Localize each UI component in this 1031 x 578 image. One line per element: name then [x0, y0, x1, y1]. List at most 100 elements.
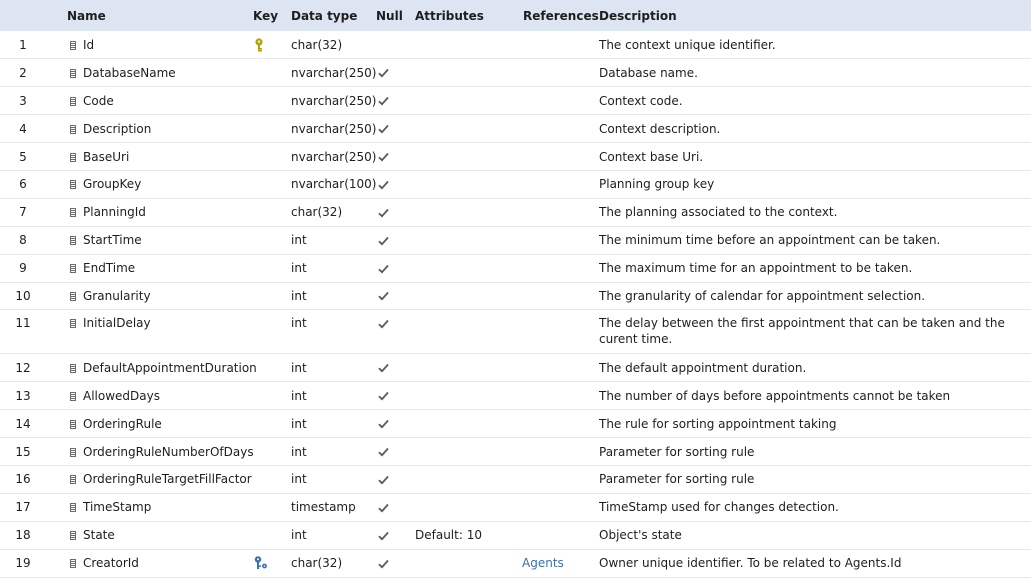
description-cell: The planning associated to the context.: [599, 205, 838, 220]
table-row[interactable]: 13 AllowedDays int The number of days befor…: [0, 382, 1031, 410]
nullable-check-icon: [378, 361, 389, 375]
key-cell: [250, 59, 286, 87]
header-number: [0, 0, 56, 31]
column-name: OrderingRuleTargetFillFactor: [83, 472, 252, 487]
table-row[interactable]: 9 EndTime int The maximum time for an appoi…: [0, 254, 1031, 283]
key-cell: [250, 310, 286, 354]
nullable-check-icon: [378, 389, 389, 403]
null-cell: [373, 465, 415, 493]
column-name: OrderingRule: [83, 416, 162, 431]
null-cell: [373, 226, 415, 254]
table-row[interactable]: 16 OrderingRuleTargetFillFactor int Paramet…: [0, 465, 1031, 494]
column-name-cell[interactable]: DefaultAppointmentDuration: [56, 354, 257, 382]
references-link: [522, 115, 599, 143]
table-row[interactable]: 19 CreatorId char(32) Agents Owner unique id…: [0, 549, 1031, 578]
column-name-cell[interactable]: StartTime: [56, 226, 250, 254]
null-cell: [373, 87, 415, 115]
column-name-cell[interactable]: Id: [56, 31, 250, 59]
column-name-cell[interactable]: DatabaseName: [56, 59, 250, 87]
header-null[interactable]: Null: [373, 0, 415, 31]
key-cell: [250, 465, 286, 493]
row-number: 3: [19, 93, 27, 108]
row-number: 18: [15, 528, 31, 543]
nullable-check-icon: [378, 66, 389, 80]
foreign-key-icon: [254, 556, 268, 570]
description-cell: Context description.: [599, 121, 721, 136]
table-row[interactable]: 10 Granularity int The granularity of calen…: [0, 282, 1031, 310]
nullable-check-icon: [378, 205, 389, 219]
column-name: StartTime: [83, 233, 142, 248]
references-link[interactable]: Agents: [522, 549, 599, 577]
column-name-cell[interactable]: OrderingRuleNumberOfDays: [56, 438, 254, 466]
data-type-cell: nvarchar(250): [291, 149, 377, 164]
table-row[interactable]: 12 DefaultAppointmentDuration int The defau…: [0, 354, 1031, 382]
row-number: 13: [15, 388, 31, 403]
data-type-cell: char(32): [291, 37, 343, 52]
table-row[interactable]: 3 Code nvarchar(250) Context code.: [0, 87, 1031, 115]
column-name-cell[interactable]: OrderingRuleTargetFillFactor: [56, 465, 252, 493]
table-row[interactable]: 5 BaseUri nvarchar(250) Context base Uri.: [0, 143, 1031, 171]
column-name-cell[interactable]: EndTime: [56, 254, 250, 282]
column-name-cell[interactable]: InitialDelay: [56, 310, 250, 354]
header-data-type[interactable]: Data type: [286, 0, 373, 31]
nullable-check-icon: [378, 556, 389, 570]
column-name-cell[interactable]: TimeStamp: [56, 493, 250, 521]
column-name-cell[interactable]: CreatorId: [56, 549, 250, 577]
references-link: [522, 438, 599, 466]
header-key[interactable]: Key: [250, 0, 286, 31]
column-icon: [70, 124, 76, 134]
table-row[interactable]: 6 GroupKey nvarchar(100) Planning group key: [0, 170, 1031, 199]
nullable-check-icon: [378, 150, 389, 164]
attributes-cell: Default: 10: [415, 528, 482, 543]
attributes-cell: [415, 115, 522, 143]
attributes-cell: [415, 170, 522, 198]
table-row[interactable]: 7 PlanningId char(32) The planning associat…: [0, 198, 1031, 227]
column-name-cell[interactable]: Description: [56, 115, 250, 143]
table-row[interactable]: 14 OrderingRule int The rule for sorting ap…: [0, 410, 1031, 438]
column-name-cell[interactable]: GroupKey: [56, 170, 250, 198]
key-cell: [250, 87, 286, 115]
column-name-cell[interactable]: State: [56, 521, 250, 549]
column-name-cell[interactable]: AllowedDays: [56, 382, 250, 410]
column-name-cell[interactable]: BaseUri: [56, 143, 250, 171]
row-number: 15: [15, 444, 31, 459]
header-name[interactable]: Name: [56, 0, 250, 31]
table-row[interactable]: 18 State int Default: 10 Object's state: [0, 521, 1031, 550]
attributes-cell: [415, 254, 522, 282]
table-row[interactable]: 1 Id char(32) The context unique identifier…: [0, 31, 1031, 59]
data-type-cell: int: [291, 288, 307, 303]
table-row[interactable]: 4 Description nvarchar(250) Context descrip…: [0, 115, 1031, 143]
nullable-check-icon: [378, 177, 389, 191]
references-link: [522, 493, 599, 521]
column-name-cell[interactable]: OrderingRule: [56, 410, 250, 438]
header-attributes[interactable]: Attributes: [415, 0, 522, 31]
table-row[interactable]: 8 StartTime int The minimum time before an …: [0, 226, 1031, 255]
column-name-cell[interactable]: Granularity: [56, 282, 250, 310]
column-name: Description: [83, 121, 152, 136]
description-cell: The minimum time before an appointment c…: [599, 233, 941, 248]
description-cell: Planning group key: [599, 177, 715, 192]
key-cell: [250, 198, 286, 226]
data-type-cell: timestamp: [291, 500, 356, 515]
key-cell: [250, 170, 286, 198]
null-cell: [373, 282, 415, 310]
header-references[interactable]: References: [522, 0, 599, 31]
column-name-cell[interactable]: Code: [56, 87, 250, 115]
data-type-cell: nvarchar(250): [291, 93, 377, 108]
references-link: [522, 170, 599, 198]
description-cell: The number of days before appointments c…: [599, 388, 951, 403]
column-name-cell[interactable]: PlanningId: [56, 198, 250, 226]
header-description[interactable]: Description: [599, 0, 1031, 31]
attributes-cell: [415, 493, 522, 521]
attributes-cell: [415, 310, 522, 354]
row-number: 8: [19, 233, 27, 248]
table-row[interactable]: 15 OrderingRuleNumberOfDays int Parameter f…: [0, 438, 1031, 466]
table-row[interactable]: 17 TimeStamp timestamp TimeStamp used for c…: [0, 493, 1031, 522]
column-icon: [70, 208, 76, 218]
nullable-check-icon: [378, 500, 389, 514]
table-row[interactable]: 11 InitialDelay int The delay between the f…: [0, 310, 1031, 354]
table-row[interactable]: 2 DatabaseName nvarchar(250) Database name.: [0, 59, 1031, 87]
null-cell: [373, 310, 415, 354]
description-cell: TimeStamp used for changes detection.: [599, 500, 839, 515]
row-number: 14: [15, 416, 31, 431]
